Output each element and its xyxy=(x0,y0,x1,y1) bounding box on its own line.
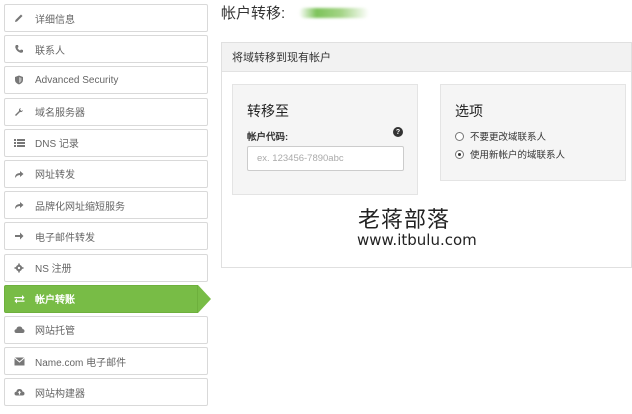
sidebar-item-label: Name.com 电子邮件 xyxy=(35,357,127,369)
sidebar-item-label: 电子邮件转发 xyxy=(35,232,95,244)
account-code-label: 帐户代码: xyxy=(247,132,289,143)
shield-icon xyxy=(13,74,25,86)
sidebar-item-account-transfer[interactable]: 帐户转账 xyxy=(4,284,211,313)
sidebar-item-details[interactable]: 详细信息 xyxy=(4,4,208,32)
blurred-domain-name xyxy=(299,7,370,18)
sidebar-item-ns-registration[interactable]: NS 注册 xyxy=(4,253,208,282)
cloud-icon xyxy=(13,324,25,336)
sidebar-item-url-forwarding[interactable]: 网址转发 xyxy=(4,159,208,188)
sidebar-item-name-email[interactable]: Name.com 电子邮件 xyxy=(4,347,208,376)
help-icon[interactable]: ? xyxy=(393,127,403,137)
sidebar-item-label: 域名服务器 xyxy=(35,108,85,120)
cloud-upload-icon xyxy=(13,386,25,398)
account-code-input[interactable] xyxy=(247,146,404,171)
watermark-title: 老蒋部落 xyxy=(358,208,451,233)
radio-label: 使用新帐户的域联系人 xyxy=(470,150,566,161)
page-title: 帐户转移: xyxy=(221,2,370,23)
panel-header: 将域转移到现有帐户 xyxy=(222,43,631,72)
arrow-right-icon xyxy=(13,230,25,242)
sidebar-item-label: 品牌化网址缩短服务 xyxy=(35,201,125,213)
options-card: 选项 不要更改域联系人 使用新帐户的域联系人 xyxy=(440,84,626,181)
sidebar-item-label: 网站构建器 xyxy=(35,388,85,400)
forward-arrow-icon xyxy=(13,168,25,180)
sidebar-item-label: NS 注册 xyxy=(35,264,72,275)
pencil-icon xyxy=(13,12,25,24)
sidebar-item-label: DNS 记录 xyxy=(35,139,79,151)
sidebar-item-web-hosting[interactable]: 网站托管 xyxy=(4,315,208,344)
radio-button[interactable] xyxy=(455,131,464,141)
share-arrow-icon xyxy=(13,199,25,211)
page-title-text: 帐户转移: xyxy=(221,5,286,22)
watermark-url: www.itbulu.com xyxy=(357,231,477,249)
exchange-icon xyxy=(13,293,25,305)
radio-label: 不要更改域联系人 xyxy=(470,132,547,143)
sidebar-item-label: 网址转发 xyxy=(35,170,75,182)
sidebar-item-label: 联系人 xyxy=(35,45,65,57)
sidebar-item-label: 网站托管 xyxy=(35,326,75,338)
transfer-to-card: 转移至 帐户代码: ? xyxy=(232,84,418,195)
sidebar-item-advanced-security[interactable]: Advanced Security xyxy=(4,66,208,95)
phone-icon xyxy=(13,43,25,55)
sidebar: 详细信息 联系人 Advanced Security 域名服务器 DNS 记录 … xyxy=(4,4,211,409)
sidebar-item-label: 帐户转账 xyxy=(35,295,75,307)
radio-button-selected[interactable] xyxy=(455,149,464,159)
sidebar-item-branded-url-shortener[interactable]: 品牌化网址缩短服务 xyxy=(4,191,208,220)
sidebar-item-dns-records[interactable]: DNS 记录 xyxy=(4,128,208,157)
sidebar-item-site-builder[interactable]: 网站构建器 xyxy=(4,378,208,407)
sidebar-item-contacts[interactable]: 联系人 xyxy=(4,35,208,64)
transfer-to-title: 转移至 xyxy=(247,103,289,119)
list-icon xyxy=(13,137,25,149)
radio-use-new-account-contacts[interactable]: 使用新帐户的域联系人 xyxy=(455,147,565,161)
gear-icon xyxy=(13,262,25,274)
sidebar-item-email-forwarding[interactable]: 电子邮件转发 xyxy=(4,222,208,251)
sidebar-item-nameservers[interactable]: 域名服务器 xyxy=(4,97,208,126)
options-title: 选项 xyxy=(455,103,483,119)
sidebar-item-label: 详细信息 xyxy=(35,14,75,26)
envelope-icon xyxy=(13,355,25,367)
wrench-icon xyxy=(13,106,25,118)
sidebar-item-label: Advanced Security xyxy=(35,74,119,86)
radio-keep-contacts[interactable]: 不要更改域联系人 xyxy=(455,129,546,143)
